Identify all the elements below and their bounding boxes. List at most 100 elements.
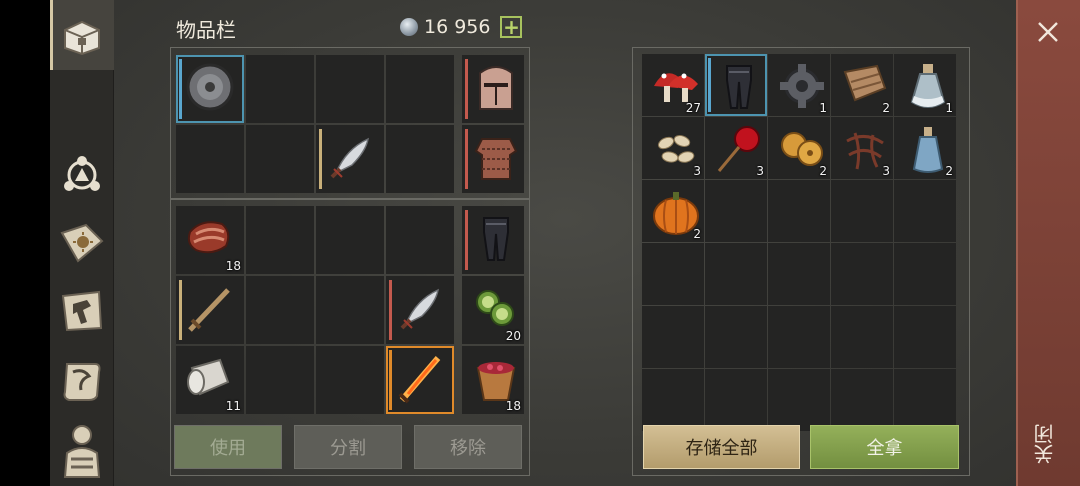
empty-slot[interactable] bbox=[768, 306, 830, 368]
item-slot[interactable]: 2 bbox=[894, 117, 956, 179]
split-button[interactable]: 分割 bbox=[294, 425, 402, 469]
item-slot[interactable] bbox=[386, 346, 454, 414]
empty-slot[interactable] bbox=[386, 125, 454, 193]
item-slot[interactable]: 2 bbox=[768, 117, 830, 179]
durability-bar bbox=[389, 350, 392, 410]
durability-bar bbox=[465, 210, 468, 270]
empty-slot[interactable] bbox=[894, 243, 956, 305]
equipment-grid bbox=[176, 55, 524, 193]
tab-skills[interactable] bbox=[50, 140, 114, 210]
item-slot[interactable]: 1 bbox=[768, 54, 830, 116]
item-slot[interactable]: 18 bbox=[176, 206, 244, 274]
item-count: 2 bbox=[819, 164, 827, 178]
empty-slot[interactable] bbox=[894, 306, 956, 368]
add-currency-button[interactable]: + bbox=[500, 16, 523, 38]
empty-slot[interactable] bbox=[705, 243, 767, 305]
tab-character[interactable] bbox=[50, 416, 114, 486]
item-slot[interactable] bbox=[462, 55, 524, 123]
skills-icon bbox=[64, 156, 100, 191]
empty-slot[interactable] bbox=[894, 180, 956, 242]
item-slot[interactable] bbox=[462, 125, 524, 193]
empty-slot[interactable] bbox=[705, 369, 767, 431]
bag-grid: 18 20 11 18 bbox=[176, 206, 524, 414]
item-slot[interactable]: 1 bbox=[894, 54, 956, 116]
item-count: 3 bbox=[756, 164, 764, 178]
close-label[interactable]: 关闭 bbox=[1030, 412, 1066, 476]
item-slot[interactable] bbox=[386, 276, 454, 344]
tab-inventory[interactable] bbox=[50, 0, 114, 70]
game-screen: 物品栏 16 956 + 18 20 11 18 使用 分割 移除 27 1 2 1 3 3 2 3… bbox=[0, 0, 1080, 486]
empty-slot[interactable] bbox=[316, 55, 384, 123]
empty-slot[interactable] bbox=[246, 206, 314, 274]
empty-slot[interactable] bbox=[246, 125, 314, 193]
item-slot[interactable] bbox=[176, 55, 244, 123]
empty-slot[interactable] bbox=[831, 306, 893, 368]
item-slot[interactable]: 2 bbox=[642, 180, 704, 242]
item-count: 1 bbox=[819, 101, 827, 115]
item-slot[interactable]: 3 bbox=[831, 117, 893, 179]
item-slot[interactable] bbox=[705, 54, 767, 116]
empty-slot[interactable] bbox=[316, 206, 384, 274]
wooden-sword-icon bbox=[188, 288, 230, 332]
item-count: 1 bbox=[945, 101, 953, 115]
empty-slot[interactable] bbox=[768, 180, 830, 242]
remove-button[interactable]: 移除 bbox=[414, 425, 522, 469]
empty-slot[interactable] bbox=[642, 243, 704, 305]
empty-slot[interactable] bbox=[642, 369, 704, 431]
map-scroll-icon bbox=[63, 363, 101, 401]
chest-icon bbox=[64, 20, 100, 56]
empty-slot[interactable] bbox=[642, 306, 704, 368]
empty-slot[interactable] bbox=[246, 276, 314, 344]
empty-slot[interactable] bbox=[316, 276, 384, 344]
item-count: 2 bbox=[882, 101, 890, 115]
scimitar-icon bbox=[400, 288, 439, 330]
item-slot[interactable]: 20 bbox=[462, 276, 524, 344]
item-slot[interactable] bbox=[176, 276, 244, 344]
empty-slot[interactable] bbox=[386, 206, 454, 274]
cucumber-slices-icon bbox=[476, 290, 514, 326]
item-slot[interactable]: 2 bbox=[831, 54, 893, 116]
empty-slot[interactable] bbox=[831, 369, 893, 431]
item-slot[interactable]: 27 bbox=[642, 54, 704, 116]
empty-slot[interactable] bbox=[316, 346, 384, 414]
leggings-icon bbox=[726, 65, 752, 109]
store-all-button[interactable]: 存储全部 bbox=[643, 425, 800, 469]
tab-journal[interactable] bbox=[50, 208, 114, 278]
journal-icon bbox=[60, 223, 104, 263]
character-icon bbox=[63, 425, 101, 478]
tab-crafting[interactable] bbox=[50, 276, 114, 346]
inventory-title: 物品栏 bbox=[176, 18, 236, 42]
empty-slot[interactable] bbox=[894, 369, 956, 431]
item-slot[interactable]: 3 bbox=[642, 117, 704, 179]
empty-slot[interactable] bbox=[176, 125, 244, 193]
currency-display: 16 956 + bbox=[400, 14, 523, 40]
use-button[interactable]: 使用 bbox=[174, 425, 282, 469]
berry-bucket-icon bbox=[476, 362, 516, 401]
empty-slot[interactable] bbox=[768, 369, 830, 431]
chainmail-icon bbox=[474, 138, 518, 180]
item-slot[interactable]: 18 bbox=[462, 346, 524, 414]
empty-slot[interactable] bbox=[831, 243, 893, 305]
item-count: 18 bbox=[225, 259, 241, 273]
item-slot[interactable] bbox=[316, 125, 384, 193]
gem-icon bbox=[400, 18, 418, 36]
item-slot[interactable]: 3 bbox=[705, 117, 767, 179]
take-all-button[interactable]: 全拿 bbox=[810, 425, 959, 469]
item-slot[interactable]: 11 bbox=[176, 346, 244, 414]
empty-slot[interactable] bbox=[768, 243, 830, 305]
crafting-hammer-icon bbox=[61, 290, 103, 332]
tab-map[interactable] bbox=[50, 346, 114, 416]
item-count: 2 bbox=[693, 227, 701, 241]
empty-slot[interactable] bbox=[386, 55, 454, 123]
empty-slot[interactable] bbox=[705, 180, 767, 242]
knight-helmet-icon bbox=[479, 66, 513, 110]
item-count: 20 bbox=[505, 329, 521, 343]
empty-slot[interactable] bbox=[246, 55, 314, 123]
item-count: 2 bbox=[945, 164, 953, 178]
close-button[interactable] bbox=[1016, 10, 1080, 54]
currency-amount: 16 956 bbox=[424, 16, 491, 38]
empty-slot[interactable] bbox=[831, 180, 893, 242]
item-slot[interactable] bbox=[462, 206, 524, 274]
empty-slot[interactable] bbox=[705, 306, 767, 368]
empty-slot[interactable] bbox=[246, 346, 314, 414]
